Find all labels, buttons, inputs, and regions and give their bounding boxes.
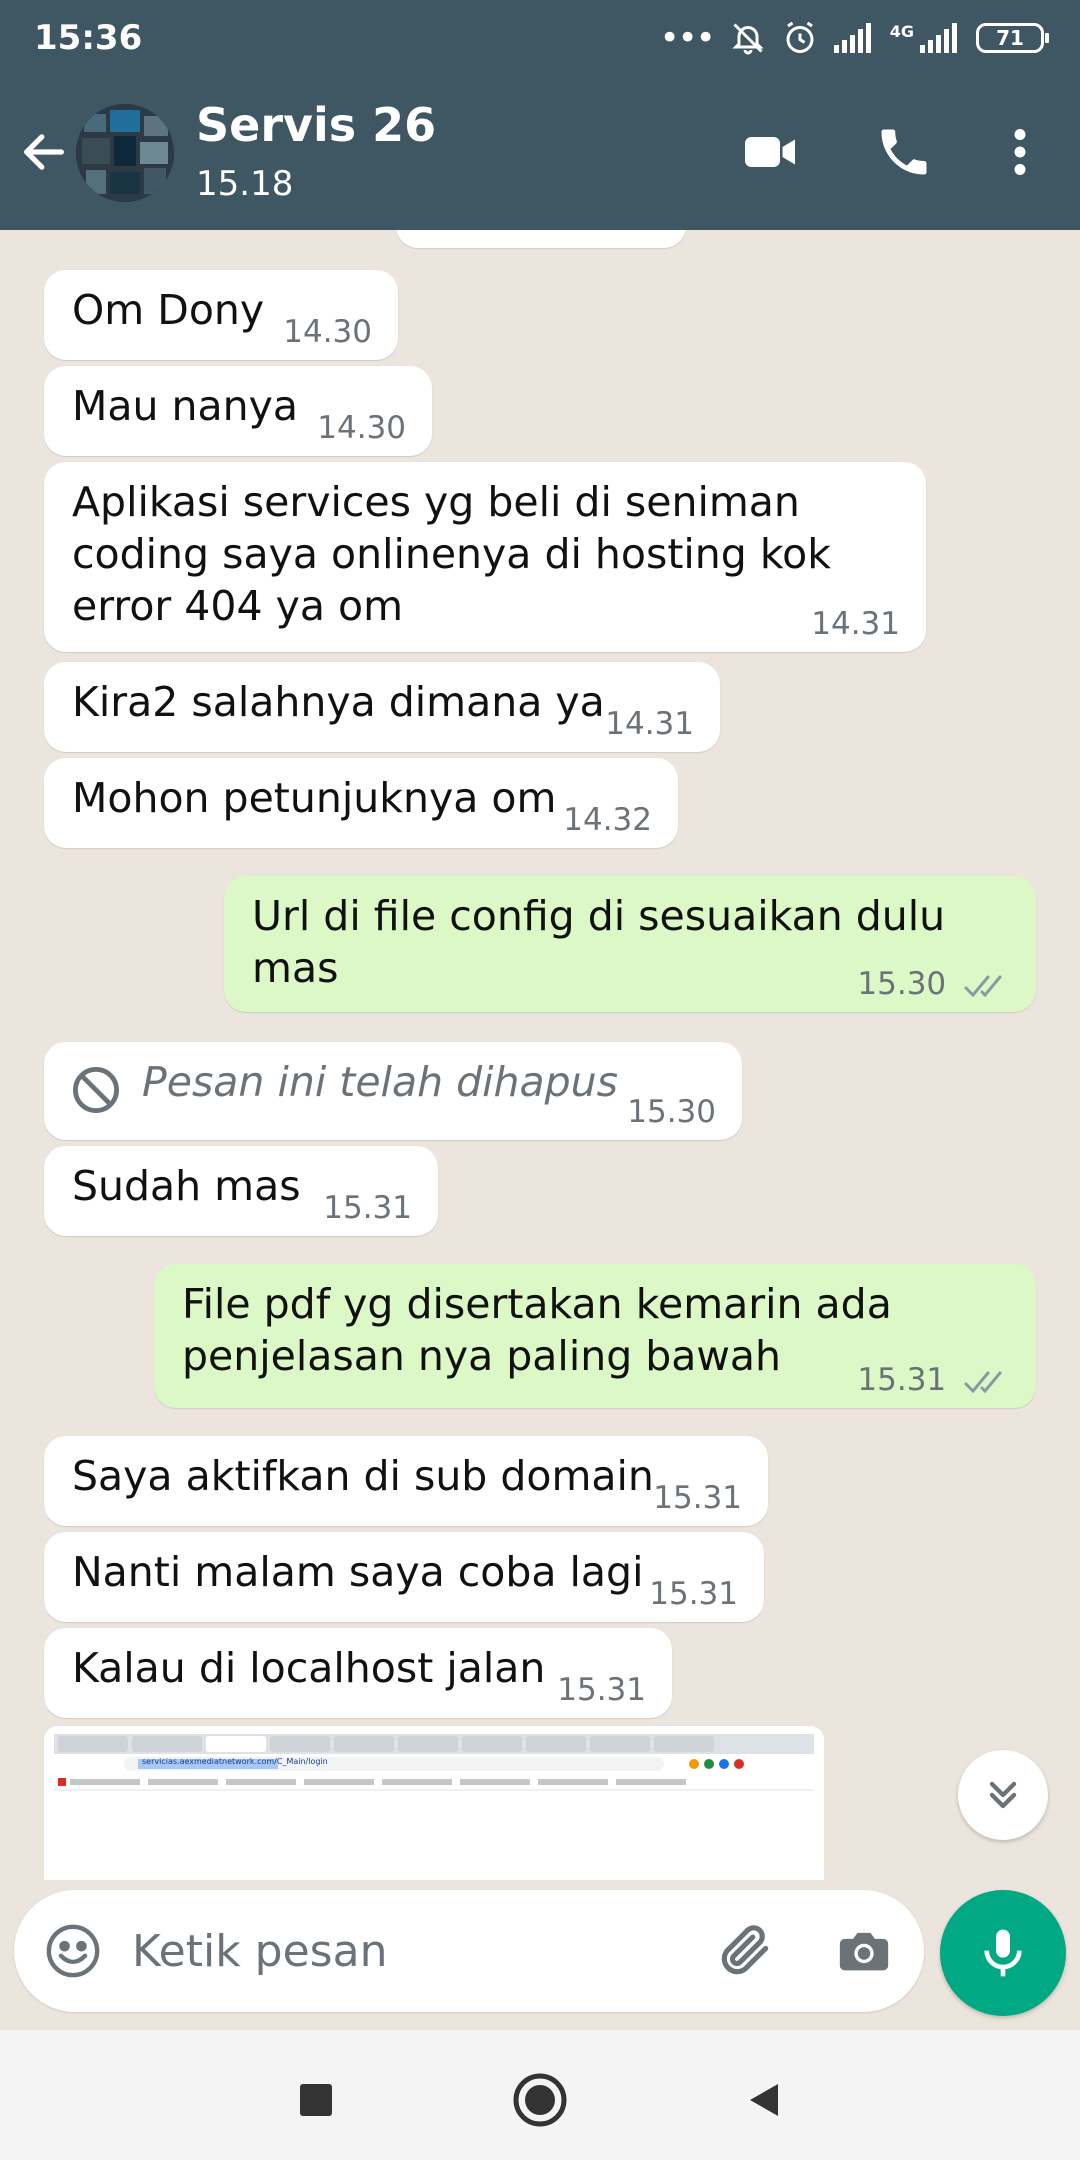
message-bubble-outgoing[interactable]: Url di file config di sesuaikan dulu mas…	[224, 876, 1036, 1012]
message-time: 15.31	[323, 1190, 412, 1226]
message-text: Om Dony	[72, 286, 265, 334]
message-text: Sudah mas	[72, 1162, 301, 1210]
network-type: 4G	[889, 21, 914, 41]
message-text: File pdf yg disertakan kemarin ada penje…	[182, 1280, 892, 1380]
browser-screenshot-image	[44, 1726, 824, 1880]
muted-bell-icon	[732, 23, 764, 55]
message-time: 14.31	[605, 706, 694, 742]
home-button[interactable]	[510, 2070, 570, 2130]
message-text: Pesan ini telah dihapus	[142, 1058, 618, 1106]
message-bubble[interactable]: Nanti malam saya coba lagi 15.31	[44, 1532, 764, 1622]
scroll-to-bottom-button[interactable]	[958, 1750, 1048, 1840]
message-composer	[14, 1890, 924, 2012]
message-bubble[interactable]: Aplikasi services yg beli di seniman cod…	[44, 462, 926, 652]
battery-icon: 71	[976, 23, 1049, 53]
message-text: Nanti malam saya coba lagi	[72, 1548, 644, 1596]
chevron-double-down-icon	[989, 1781, 1017, 1809]
circle-home-icon	[513, 2073, 567, 2127]
video-call-icon[interactable]	[740, 122, 800, 182]
message-text: Mau nanya	[72, 382, 299, 430]
blocked-icon	[73, 1067, 119, 1113]
message-list[interactable]: Om Dony 14.30 Mau nanya 14.30 Aplikasi s…	[0, 230, 1080, 1880]
contact-name[interactable]: Servis 26	[196, 98, 436, 152]
message-text: Aplikasi services yg beli di seniman cod…	[72, 478, 831, 630]
message-time: 14.30	[283, 314, 372, 350]
message-time: 15.31	[857, 1362, 1010, 1398]
message-text: Kira2 salahnya dimana ya	[72, 678, 605, 726]
message-bubble[interactable]: Kalau di localhost jalan 15.31	[44, 1628, 672, 1718]
status-time: 15:36	[34, 18, 143, 58]
battery-level: 71	[996, 26, 1024, 50]
arrow-left-icon[interactable]	[18, 126, 70, 178]
status-icons: ••• 4G 71	[659, 18, 1049, 58]
contact-last-seen: 15.18	[196, 164, 294, 204]
status-bar: 15:36 ••• 4G 71	[0, 0, 1080, 76]
triangle-back-icon	[750, 2084, 778, 2116]
system-nav-bar	[0, 2030, 1080, 2160]
message-bubble-outgoing[interactable]: File pdf yg disertakan kemarin ada penje…	[154, 1264, 1036, 1408]
more-vertical-icon[interactable]	[990, 122, 1050, 182]
image-message[interactable]: servicias.aexmediatnetwork.com/C_Main/lo…	[44, 1726, 824, 1880]
message-time: 15.31	[649, 1576, 738, 1612]
read-ticks-icon	[964, 975, 1002, 997]
avatar[interactable]	[76, 104, 174, 202]
message-bubble[interactable]: Saya aktifkan di sub domain 15.31	[44, 1436, 768, 1526]
signal-icon	[833, 23, 871, 53]
recents-button[interactable]	[286, 2070, 346, 2130]
message-bubble[interactable]: Sudah mas 15.31	[44, 1146, 438, 1236]
message-bubble[interactable]: Om Dony 14.30	[44, 270, 398, 360]
camera-icon[interactable]	[834, 1922, 894, 1980]
message-time: 15.30	[627, 1094, 716, 1130]
more-notifications-icon: •••	[659, 18, 716, 58]
message-bubble[interactable]: Kira2 salahnya dimana ya 14.31	[44, 662, 720, 752]
emoji-icon[interactable]	[44, 1922, 102, 1980]
message-bubble[interactable]: Mau nanya 14.30	[44, 366, 432, 456]
image-url-text: servicias.aexmediatnetwork.com/C_Main/lo…	[142, 1757, 328, 1766]
square-icon	[300, 2084, 332, 2116]
message-bubble[interactable]: Mohon petunjuknya om 14.32	[44, 758, 678, 848]
mic-icon	[984, 1929, 1022, 1977]
alarm-icon	[786, 21, 814, 53]
signal-4g-icon	[920, 23, 957, 53]
message-text: Kalau di localhost jalan	[72, 1644, 546, 1692]
message-input[interactable]	[132, 1920, 692, 1982]
deleted-message-bubble[interactable]: Pesan ini telah dihapus 15.30	[44, 1042, 742, 1140]
message-time: 14.31	[811, 606, 900, 642]
back-nav-button[interactable]	[734, 2070, 794, 2130]
message-time: 15.31	[653, 1480, 742, 1516]
phone-icon[interactable]	[874, 122, 934, 182]
message-time: 14.32	[563, 802, 652, 838]
message-time: 14.30	[317, 410, 406, 446]
message-time: 15.31	[557, 1672, 646, 1708]
message-text: Saya aktifkan di sub domain	[72, 1452, 654, 1500]
voice-record-button[interactable]	[940, 1890, 1066, 2016]
paperclip-icon[interactable]	[714, 1920, 776, 1982]
chat-header: Servis 26 15.18	[0, 76, 1080, 230]
partial-message	[396, 230, 686, 248]
message-text: Mohon petunjuknya om	[72, 774, 557, 822]
message-time: 15.30	[857, 966, 1010, 1002]
read-ticks-icon	[964, 1371, 1002, 1393]
